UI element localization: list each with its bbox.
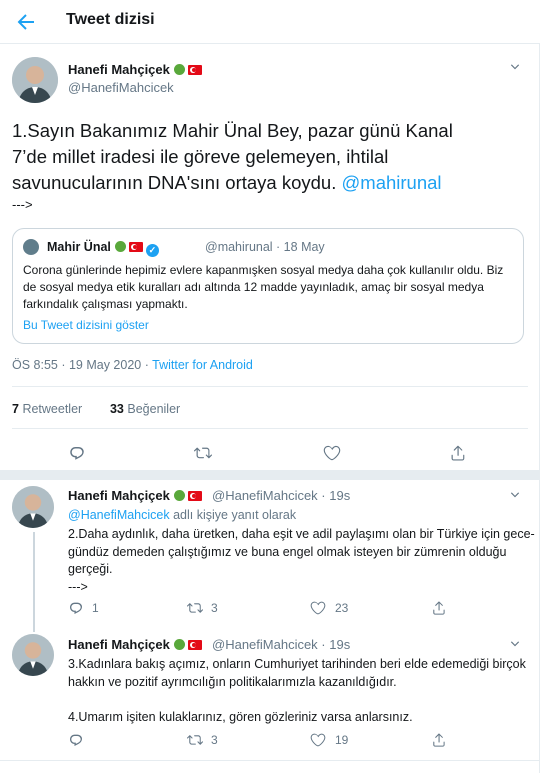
green-circle-emoji (173, 64, 185, 75)
share-icon[interactable] (431, 732, 447, 748)
like-count: 23 (335, 601, 349, 615)
turkey-flag-emoji (187, 491, 202, 501)
section-separator (0, 470, 540, 480)
reply-text: 2.Daha aydınlık, daha üretken, daha eşit… (68, 527, 535, 594)
reply-to-label: @HanefiMahcicek adlı kişiye yanıt olarak (68, 508, 297, 522)
author-name[interactable]: Hanefi Mahçiçek (68, 62, 202, 77)
divider (0, 760, 540, 761)
source-link[interactable]: Twitter for Android (152, 358, 253, 372)
reply-handle[interactable]: @HanefiMahcicek · 19s (212, 488, 350, 503)
show-thread-link[interactable]: Bu Tweet dizisini göster (23, 318, 149, 332)
retweet-icon[interactable] (187, 732, 203, 748)
page-title: Tweet dizisi (66, 11, 155, 28)
likes-stat[interactable]: 33 Beğeniler (110, 402, 180, 416)
reply-icon[interactable] (68, 732, 84, 748)
reply-to-handle[interactable]: @HanefiMahcicek (68, 508, 170, 522)
retweet-count: 3 (211, 601, 218, 615)
reply-text: 3.Kadınlara bakış açımız, onların Cumhur… (68, 657, 526, 724)
header: Tweet dizisi (0, 0, 540, 44)
chevron-down-icon[interactable] (508, 488, 522, 502)
retweet-icon[interactable] (194, 444, 212, 462)
retweet-count: 3 (211, 733, 218, 747)
reply-icon[interactable] (68, 600, 84, 616)
divider (12, 386, 528, 387)
tweet-stats: 7 Retweetler 33 Beğeniler (12, 402, 180, 416)
heart-icon[interactable] (310, 600, 326, 616)
reply-handle[interactable]: @HanefiMahcicek · 19s (212, 637, 350, 652)
reply-author-name[interactable]: Hanefi Mahçiçek (68, 488, 202, 503)
quote-handle: @mahirunal · 18 May (205, 240, 325, 254)
heart-icon[interactable] (310, 732, 326, 748)
turkey-flag-emoji (128, 242, 143, 252)
thread-line (33, 532, 35, 632)
tweet-text: 1.Sayın Bakanımız Mahir Ünal Bey, pazar … (12, 120, 453, 212)
reply-icon[interactable] (68, 444, 86, 462)
avatar[interactable] (12, 486, 54, 528)
chevron-down-icon[interactable] (508, 60, 522, 74)
quote-avatar (23, 239, 39, 255)
share-icon[interactable] (449, 444, 467, 462)
avatar[interactable] (12, 634, 54, 676)
quote-author-name: Mahir Ünal ✓ (47, 240, 159, 257)
arrow-left-icon[interactable] (14, 10, 38, 34)
chevron-down-icon[interactable] (508, 637, 522, 651)
heart-icon[interactable] (323, 444, 341, 462)
reply-count: 1 (92, 601, 99, 615)
share-icon[interactable] (431, 600, 447, 616)
quoted-tweet[interactable]: Mahir Ünal ✓ @mahirunal · 18 May Corona g… (12, 228, 524, 344)
green-circle-emoji (173, 639, 185, 650)
green-circle-emoji (114, 241, 126, 252)
turkey-flag-emoji (187, 65, 202, 75)
reply-author-name[interactable]: Hanefi Mahçiçek (68, 637, 202, 652)
tweet-thread-column: Tweet dizisi Hanefi Mahçiçek @HanefiMahc… (0, 0, 540, 773)
green-circle-emoji (173, 490, 185, 501)
mention-link[interactable]: @mahirunal (342, 172, 442, 193)
avatar[interactable] (12, 57, 58, 103)
quote-text: Corona günlerinde hepimiz evlere kapanmı… (23, 263, 504, 311)
author-handle[interactable]: @HanefiMahcicek (68, 80, 174, 95)
verified-badge-icon: ✓ (145, 244, 159, 257)
retweet-icon[interactable] (187, 600, 203, 616)
divider (12, 428, 528, 429)
tweet-meta: ÖS 8:55 · 19 May 2020 · Twitter for Andr… (12, 358, 253, 372)
turkey-flag-emoji (187, 640, 202, 650)
like-count: 19 (335, 733, 349, 747)
retweets-stat[interactable]: 7 Retweetler (12, 402, 82, 416)
